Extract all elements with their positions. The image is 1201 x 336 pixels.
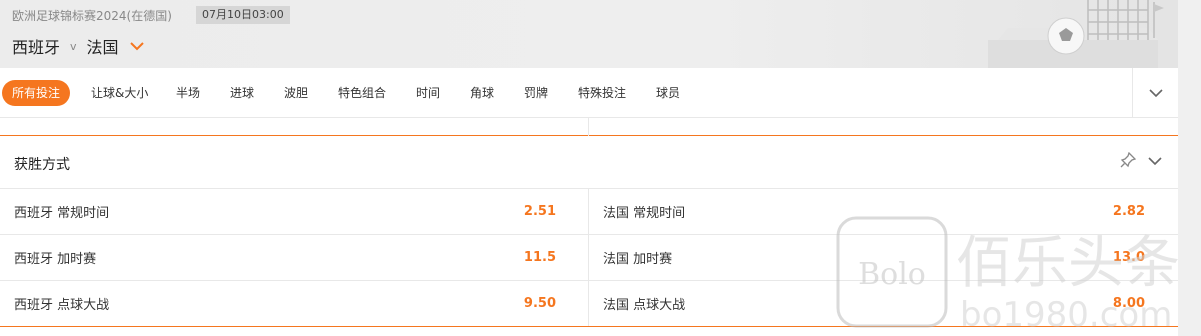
bet-option-label: 西班牙 加时赛 — [14, 252, 97, 267]
bet-option[interactable]: 西班牙 加时赛 11.5 — [0, 235, 570, 280]
match-teams[interactable]: 西班牙 v 法国 — [12, 34, 145, 58]
chevron-down-icon[interactable] — [129, 38, 145, 54]
league-name: 欧洲足球锦标赛2024(在德国) — [12, 9, 172, 23]
tab-players[interactable]: 球员 — [656, 80, 680, 106]
bet-option-label: 法国 点球大战 — [603, 298, 686, 313]
previous-market-row — [0, 118, 1178, 136]
bet-option[interactable]: 西班牙 点球大战 9.50 — [0, 281, 570, 326]
tab-handicap-over-under[interactable]: 让球&大小 — [91, 80, 148, 106]
pin-icon[interactable] — [1120, 152, 1136, 168]
bet-option[interactable]: 西班牙 常规时间 2.51 — [0, 189, 570, 234]
tab-half-time[interactable]: 半场 — [176, 80, 200, 106]
tab-goals[interactable]: 进球 — [230, 80, 254, 106]
tab-special-bets[interactable]: 特殊投注 — [578, 80, 626, 106]
bet-option[interactable]: 法国 加时赛 13.0 — [589, 235, 1159, 280]
market-header[interactable]: 获胜方式 — [0, 137, 1178, 189]
tabs-expand-button[interactable] — [1132, 68, 1178, 118]
bet-odds: 13.0 — [1112, 250, 1145, 265]
match-header: 欧洲足球锦标赛2024(在德国) 07月10日03:00 西班牙 v 法国 — [0, 0, 1178, 68]
chevron-down-icon — [1148, 89, 1163, 98]
odds-row: 西班牙 加时赛 11.5 法国 加时赛 13.0 — [0, 235, 1178, 281]
odds-row: 西班牙 点球大战 9.50 法国 点球大战 8.00 — [0, 281, 1178, 327]
bet-option-label: 法国 加时赛 — [603, 252, 673, 267]
bet-odds: 11.5 — [523, 250, 556, 265]
tab-specials-combo[interactable]: 特色组合 — [338, 80, 386, 106]
column-divider — [588, 118, 589, 136]
bet-option[interactable]: 法国 常规时间 2.82 — [589, 189, 1159, 234]
bet-odds: 2.51 — [523, 204, 556, 219]
match-datetime: 07月10日03:00 — [196, 6, 290, 24]
bet-odds: 2.82 — [1112, 204, 1145, 219]
away-team: 法国 — [86, 38, 119, 57]
bet-odds: 9.50 — [523, 296, 556, 311]
tab-corners[interactable]: 角球 — [470, 80, 494, 106]
bet-option[interactable]: 法国 点球大战 8.00 — [589, 281, 1159, 326]
tab-cards[interactable]: 罚牌 — [524, 80, 548, 106]
scrollbar[interactable] — [1178, 0, 1201, 336]
tab-correct-score[interactable]: 波胆 — [284, 80, 308, 106]
home-team: 西班牙 — [12, 38, 61, 57]
bet-option-label: 法国 常规时间 — [603, 206, 686, 221]
tab-time[interactable]: 时间 — [416, 80, 440, 106]
bet-option-label: 西班牙 常规时间 — [14, 206, 110, 221]
market-title: 获胜方式 — [14, 157, 70, 173]
vs-label: v — [70, 39, 77, 53]
bet-option-label: 西班牙 点球大战 — [14, 298, 110, 313]
bet-odds: 8.00 — [1112, 296, 1145, 311]
odds-row: 西班牙 常规时间 2.51 法国 常规时间 2.82 — [0, 189, 1178, 235]
chevron-down-icon[interactable] — [1146, 152, 1164, 170]
soccer-goal-decoration — [988, 0, 1164, 68]
bet-type-tabs: 所有投注 让球&大小 半场 进球 波胆 特色组合 时间 角球 罚牌 特殊投注 球… — [0, 68, 1178, 118]
odds-table: 西班牙 常规时间 2.51 法国 常规时间 2.82 西班牙 加时赛 11.5 … — [0, 189, 1178, 327]
tab-all-bets[interactable]: 所有投注 — [2, 80, 71, 106]
